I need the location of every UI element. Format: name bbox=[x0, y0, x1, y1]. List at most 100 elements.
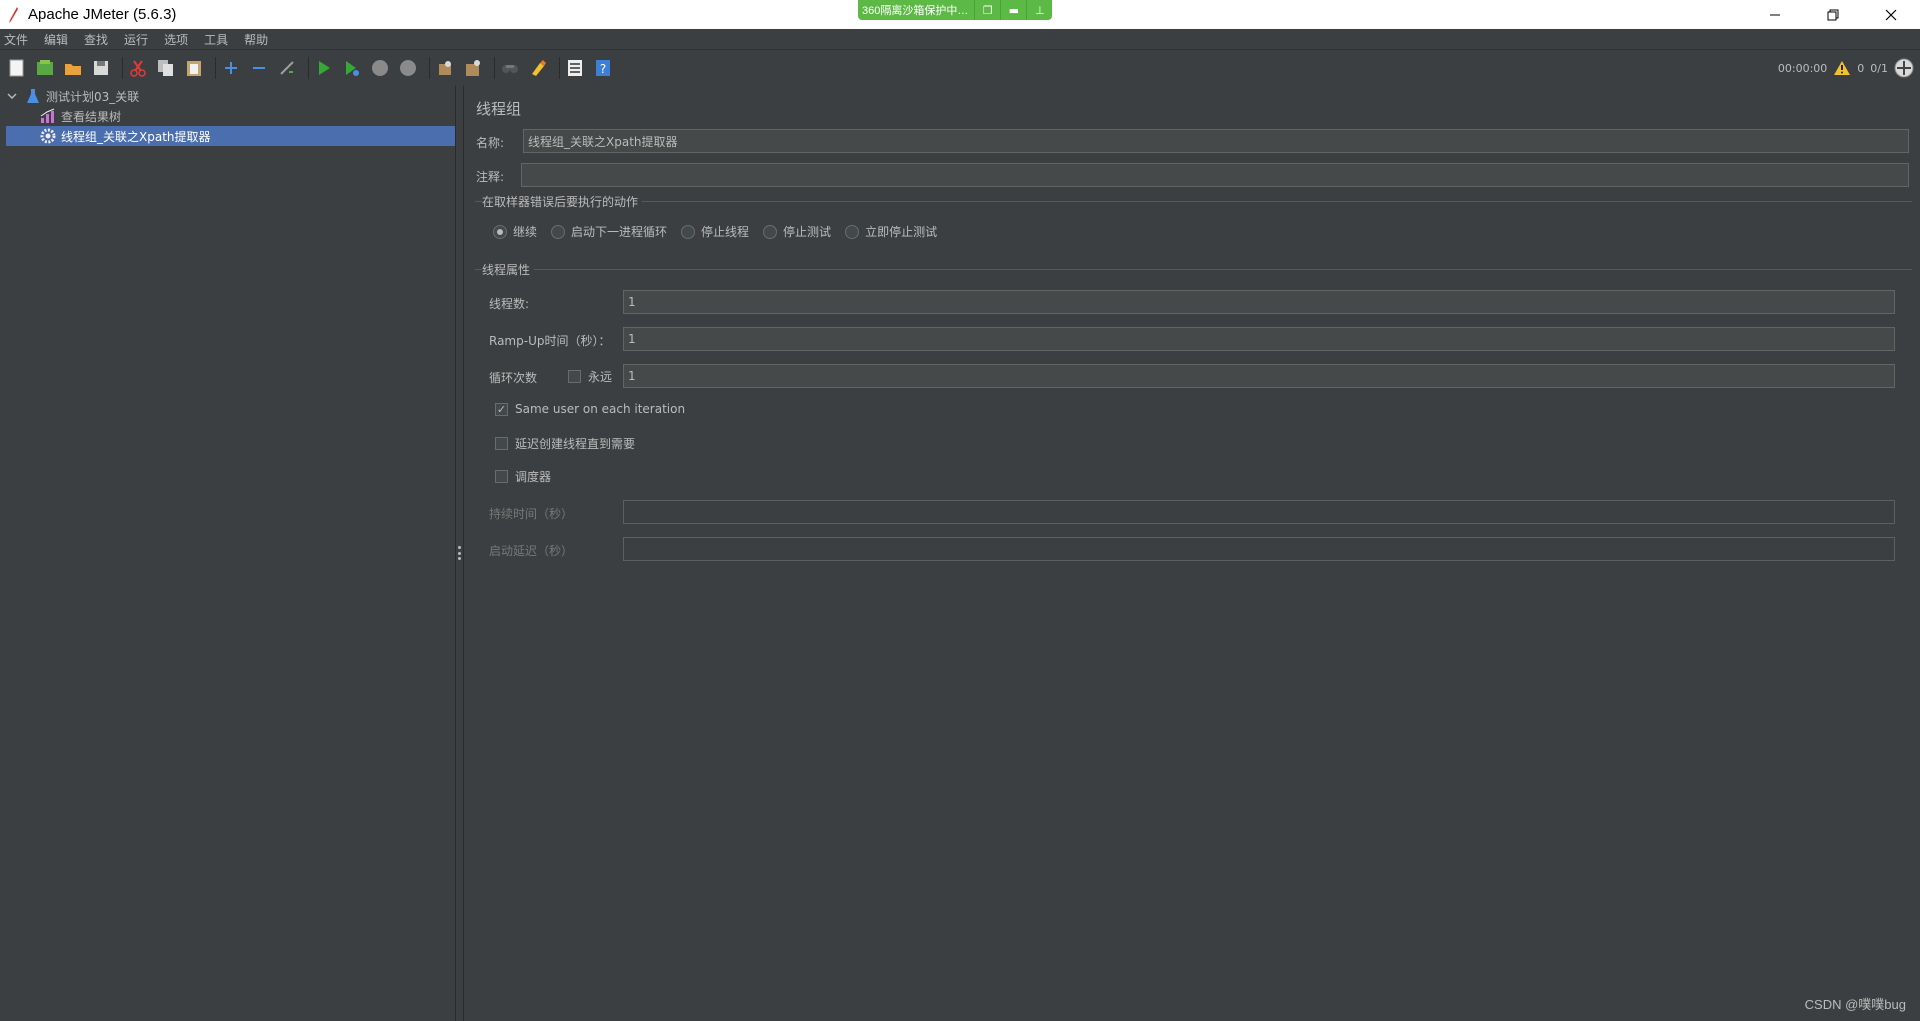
radio-stop-test[interactable]: 停止测试 bbox=[763, 223, 831, 240]
forever-checkbox[interactable]: 永远 bbox=[568, 368, 612, 385]
checkbox-box bbox=[568, 370, 581, 383]
name-field[interactable]: 线程组_关联之Xpath提取器 bbox=[523, 129, 1909, 153]
sandbox-indicator[interactable]: 360隔离沙箱保护中… ❐ ▬ ⊥ bbox=[858, 0, 1053, 20]
radio-start-next-loop[interactable]: 启动下一进程循环 bbox=[551, 223, 667, 240]
radio-dot bbox=[551, 224, 566, 239]
pane-splitter[interactable] bbox=[456, 86, 464, 1021]
sandbox-folder-icon[interactable]: ▬ bbox=[1000, 0, 1026, 20]
radio-dot bbox=[493, 224, 507, 239]
startup-delay-label: 启动延迟（秒） bbox=[489, 544, 574, 558]
delay-label: 延迟创建线程直到需要 bbox=[515, 437, 636, 451]
scheduler-checkbox[interactable]: 调度器 bbox=[495, 468, 551, 485]
error-section-title: 在取样器错误后要执行的动作 bbox=[482, 193, 643, 210]
delay-thread-creation-checkbox[interactable]: 延迟创建线程直到需要 bbox=[495, 435, 635, 452]
save-icon[interactable] bbox=[90, 57, 112, 79]
same-user-label: Same user on each iteration bbox=[515, 402, 686, 416]
flask-icon bbox=[25, 88, 41, 104]
panel-title: 线程组 bbox=[476, 100, 522, 118]
open-icon[interactable] bbox=[62, 57, 84, 79]
toggle-icon[interactable] bbox=[276, 57, 298, 79]
stop-icon[interactable] bbox=[369, 57, 391, 79]
radio-dot bbox=[763, 224, 778, 239]
splitter-handle[interactable] bbox=[458, 546, 461, 560]
loop-label: 循环次数 bbox=[489, 371, 538, 385]
duration-field[interactable] bbox=[623, 500, 1895, 524]
chevron-down-icon[interactable] bbox=[4, 88, 20, 104]
error-action-group: 继续 启动下一进程循环 停止线程 停止测试 立即停止测试 bbox=[493, 223, 951, 240]
radio-dot bbox=[681, 224, 696, 239]
start-no-pause-icon[interactable] bbox=[341, 57, 363, 79]
clear-icon[interactable] bbox=[434, 57, 456, 79]
toolbar-status: 00:00:00 0 0/1 bbox=[1778, 51, 1920, 85]
remote-status-icon[interactable] bbox=[1894, 58, 1914, 78]
function-helper-icon[interactable] bbox=[564, 57, 586, 79]
menu-file[interactable]: 文件 bbox=[0, 31, 34, 48]
radio-dot bbox=[845, 224, 860, 239]
thread-group-panel: 线程组 名称: 线程组_关联之Xpath提取器 注释: 在取样器错误后要执行的动… bbox=[465, 86, 1920, 1021]
menu-run[interactable]: 运行 bbox=[120, 31, 154, 48]
threads-field[interactable]: 1 bbox=[623, 290, 1895, 314]
scheduler-label: 调度器 bbox=[515, 470, 552, 484]
menu-help[interactable]: 帮助 bbox=[240, 31, 274, 48]
loop-count-field[interactable]: 1 bbox=[623, 364, 1895, 388]
minimize-button[interactable] bbox=[1746, 0, 1804, 29]
tree-item-view-results-tree[interactable]: 查看结果树 bbox=[40, 106, 454, 126]
radio-label: 继续 bbox=[513, 225, 538, 239]
thread-section-border bbox=[475, 269, 1912, 270]
comment-label: 注释: bbox=[476, 170, 505, 184]
menu-tools[interactable]: 工具 bbox=[200, 31, 234, 48]
radio-stop-test-now[interactable]: 立即停止测试 bbox=[845, 223, 937, 240]
startup-delay-field[interactable] bbox=[623, 537, 1895, 561]
toolbar: ? bbox=[0, 51, 1920, 85]
help-icon[interactable]: ? bbox=[592, 57, 614, 79]
collapse-icon[interactable] bbox=[248, 57, 270, 79]
radio-label: 停止测试 bbox=[783, 225, 832, 239]
name-label: 名称: bbox=[476, 136, 505, 150]
shutdown-icon[interactable] bbox=[397, 57, 419, 79]
forever-label: 永远 bbox=[588, 370, 613, 384]
toolbar-separator bbox=[308, 57, 309, 79]
paste-icon[interactable] bbox=[183, 57, 205, 79]
reset-search-icon[interactable] bbox=[527, 57, 549, 79]
tree-item-label: 查看结果树 bbox=[61, 109, 122, 124]
expand-icon[interactable] bbox=[220, 57, 242, 79]
search-icon[interactable] bbox=[499, 57, 521, 79]
tree-item-label: 线程组_关联之Xpath提取器 bbox=[61, 129, 211, 144]
close-button[interactable] bbox=[1862, 0, 1920, 29]
radio-continue[interactable]: 继续 bbox=[493, 223, 537, 240]
comment-field[interactable] bbox=[521, 163, 1909, 187]
tree-item-label: 测试计划03_关联 bbox=[46, 89, 140, 104]
window-title: Apache JMeter (5.6.3) bbox=[28, 6, 177, 23]
menu-bar: 文件 编辑 查找 运行 选项 工具 帮助 bbox=[0, 29, 1920, 50]
templates-icon[interactable] bbox=[34, 57, 56, 79]
toolbar-separator bbox=[215, 57, 216, 79]
elapsed-timer: 00:00:00 bbox=[1777, 61, 1828, 75]
copy-icon[interactable] bbox=[155, 57, 177, 79]
clear-all-icon[interactable] bbox=[462, 57, 484, 79]
restore-button[interactable] bbox=[1804, 0, 1862, 29]
warning-icon[interactable] bbox=[1833, 60, 1851, 76]
rampup-label: Ramp-Up时间（秒）： bbox=[489, 334, 611, 348]
rampup-field[interactable]: 1 bbox=[623, 327, 1895, 351]
new-icon[interactable] bbox=[6, 57, 28, 79]
duration-label: 持续时间（秒） bbox=[489, 507, 574, 521]
radio-stop-thread[interactable]: 停止线程 bbox=[681, 223, 749, 240]
tree-item-test-plan[interactable]: 测试计划03_关联 bbox=[4, 86, 454, 106]
radio-label: 启动下一进程循环 bbox=[571, 225, 668, 239]
svg-text:?: ? bbox=[600, 62, 606, 76]
sandbox-pin-icon[interactable]: ⊥ bbox=[1026, 0, 1052, 20]
sandbox-copy-icon[interactable]: ❐ bbox=[974, 0, 1000, 20]
error-section-border bbox=[475, 201, 1912, 202]
toolbar-separator bbox=[494, 57, 495, 79]
start-icon[interactable] bbox=[313, 57, 335, 79]
toolbar-separator bbox=[122, 57, 123, 79]
menu-options[interactable]: 选项 bbox=[160, 31, 194, 48]
same-user-checkbox[interactable]: ✓ Same user on each iteration bbox=[495, 402, 685, 416]
tree-item-thread-group[interactable]: 线程组_关联之Xpath提取器 bbox=[6, 126, 455, 146]
checkbox-box bbox=[495, 470, 508, 483]
checkbox-box bbox=[495, 437, 508, 450]
cut-icon[interactable] bbox=[127, 57, 149, 79]
menu-search[interactable]: 查找 bbox=[80, 31, 114, 48]
radio-label: 停止线程 bbox=[701, 225, 750, 239]
menu-edit[interactable]: 编辑 bbox=[40, 31, 74, 48]
